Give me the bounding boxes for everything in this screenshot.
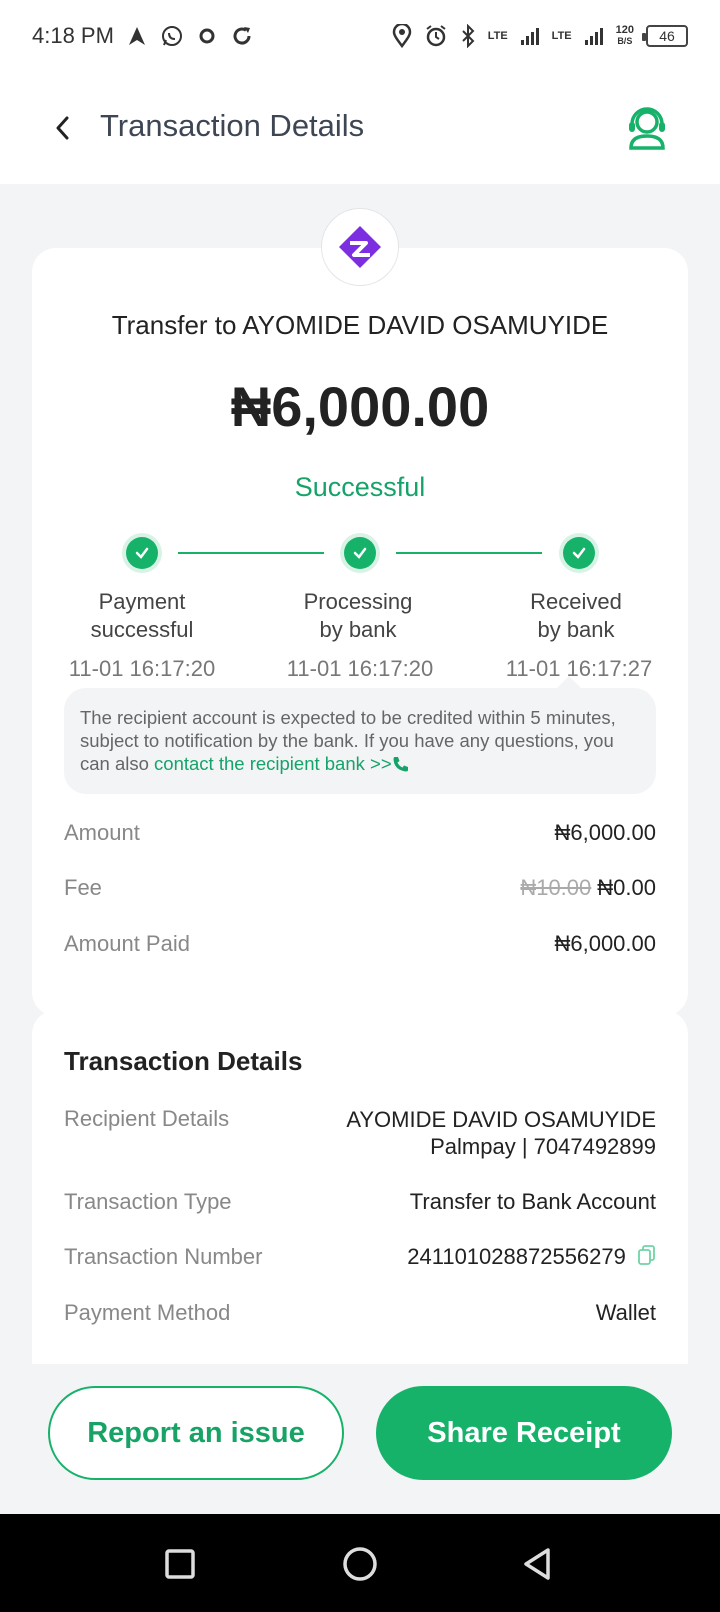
transaction-number-row: Transaction Number 241101028872556279 [64,1244,656,1271]
square-icon [165,1549,195,1579]
step-label-3-line2: by bank [537,617,615,642]
fee-label: Fee [64,875,102,900]
amount-row: Amount ₦6,000.00 [64,820,656,846]
recents-button[interactable] [158,1542,202,1586]
step-check-icon-2 [344,537,376,569]
report-issue-button[interactable]: Report an issue [48,1386,344,1480]
copy-button[interactable] [638,1245,656,1271]
recipient-details-row: Recipient Details AYOMIDE DAVID OSAMUYID… [64,1106,656,1160]
status-bar: 4:18 PM LTE LTE 120 B/S 46 [0,0,720,72]
customer-support-button[interactable] [622,102,672,152]
battery-level: 46 [659,28,675,44]
signal-icon-2 [584,28,603,45]
clock: 4:18 PM [32,23,114,48]
fee-original: ₦10.00 [520,875,592,900]
fee-value: ₦0.00 [597,875,656,900]
contact-bank-link[interactable]: contact the recipient bank >> [154,753,410,774]
step-label-3: Received by bank [476,588,676,644]
page-title: Transaction Details [100,108,365,143]
step-check-icon-3 [563,537,595,569]
bottom-action-bar: Report an issue Share Receipt [0,1364,720,1514]
refresh-icon [233,27,251,45]
contact-bank-link-label: contact the recipient bank >> [154,753,392,774]
credit-notice: The recipient account is expected to be … [64,688,656,794]
recipient-details-value: AYOMIDE DAVID OSAMUYIDE Palmpay | 704749… [346,1106,656,1160]
scroll-content[interactable]: Transfer to AYOMIDE DAVID OSAMUYIDE ₦6,0… [0,184,720,1364]
net-speed-unit: B/S [617,36,633,46]
whatsapp-icon [161,26,182,46]
status-bar-right: LTE LTE 120 B/S 46 [392,24,688,48]
recipient-account: Palmpay | 7047492899 [430,1134,656,1159]
navigation-icon [128,27,145,45]
net-speed: 120 B/S [616,25,634,47]
transaction-status: Successful [294,472,426,502]
status-bar-left: 4:18 PM [32,23,254,49]
notice-pointer [557,676,581,688]
copy-icon [638,1245,655,1266]
headset-support-icon [629,107,665,150]
alarm-icon [426,25,446,47]
transaction-number-label: Transaction Number [64,1244,263,1269]
step-label-2-line2: by bank [319,617,397,642]
payment-method-label: Payment Method [64,1300,231,1325]
amount-paid-label: Amount Paid [64,931,190,956]
step-label-2: Processing by bank [258,588,458,644]
step-time-1: 11-01 16:17:20 [68,656,216,681]
back-button[interactable] [44,110,80,146]
nav-back-button[interactable] [516,1542,560,1586]
transfer-amount: ₦6,000.00 [230,375,490,438]
chevron-left-icon [56,116,69,140]
transaction-number-group: 241101028872556279 [407,1244,656,1271]
lte-signal-2: LTE [551,29,572,42]
step-connector-2 [396,552,542,554]
transaction-number-value: 241101028872556279 [407,1244,626,1269]
transaction-type-label: Transaction Type [64,1189,232,1214]
details-heading: Transaction Details [64,1046,303,1076]
bluetooth-icon [461,24,475,48]
fee-row: Fee ₦10.00 ₦0.00 [64,875,656,901]
step-label-3-line1: Received [530,589,622,614]
palmpay-logo-icon [339,226,381,268]
recipient-name: AYOMIDE DAVID OSAMUYIDE [346,1107,656,1132]
payment-method-value: Wallet [595,1300,656,1325]
signal-icon [520,28,539,45]
step-connector-1 [178,552,324,554]
step-label-1-line2: successful [90,617,194,642]
location-icon [392,24,411,48]
phone-icon [393,757,408,772]
app-header: Transaction Details [0,72,720,184]
step-label-2-line1: Processing [303,589,413,614]
recipient-title: Transfer to AYOMIDE DAVID OSAMUYIDE [111,310,609,340]
amount-label: Amount [64,820,140,845]
sync-icon [199,28,215,44]
battery-icon: 46 [642,25,688,47]
share-receipt-button[interactable]: Share Receipt [376,1386,672,1480]
lte-signal-1: LTE [487,29,508,42]
amount-paid-row: Amount Paid ₦6,000.00 [64,931,656,957]
step-time-2: 11-01 16:17:20 [286,656,434,681]
step-label-1: Payment successful [42,588,242,644]
payment-method-row: Payment Method Wallet [64,1300,656,1326]
net-speed-value: 120 [615,24,634,36]
fee-value-group: ₦10.00 ₦0.00 [520,875,656,901]
circle-icon [343,1547,377,1581]
step-label-1-line1: Payment [98,589,186,614]
step-check-icon-1 [126,537,158,569]
triangle-back-icon [524,1548,550,1580]
system-nav-bar [0,1514,720,1612]
recipient-details-label: Recipient Details [64,1106,230,1131]
bank-logo [321,208,399,286]
transaction-type-value: Transfer to Bank Account [409,1189,656,1214]
home-button[interactable] [338,1542,382,1586]
amount-paid-value: ₦6,000.00 [554,931,656,956]
transaction-type-row: Transaction Type Transfer to Bank Accoun… [64,1189,656,1215]
amount-value: ₦6,000.00 [554,820,656,845]
